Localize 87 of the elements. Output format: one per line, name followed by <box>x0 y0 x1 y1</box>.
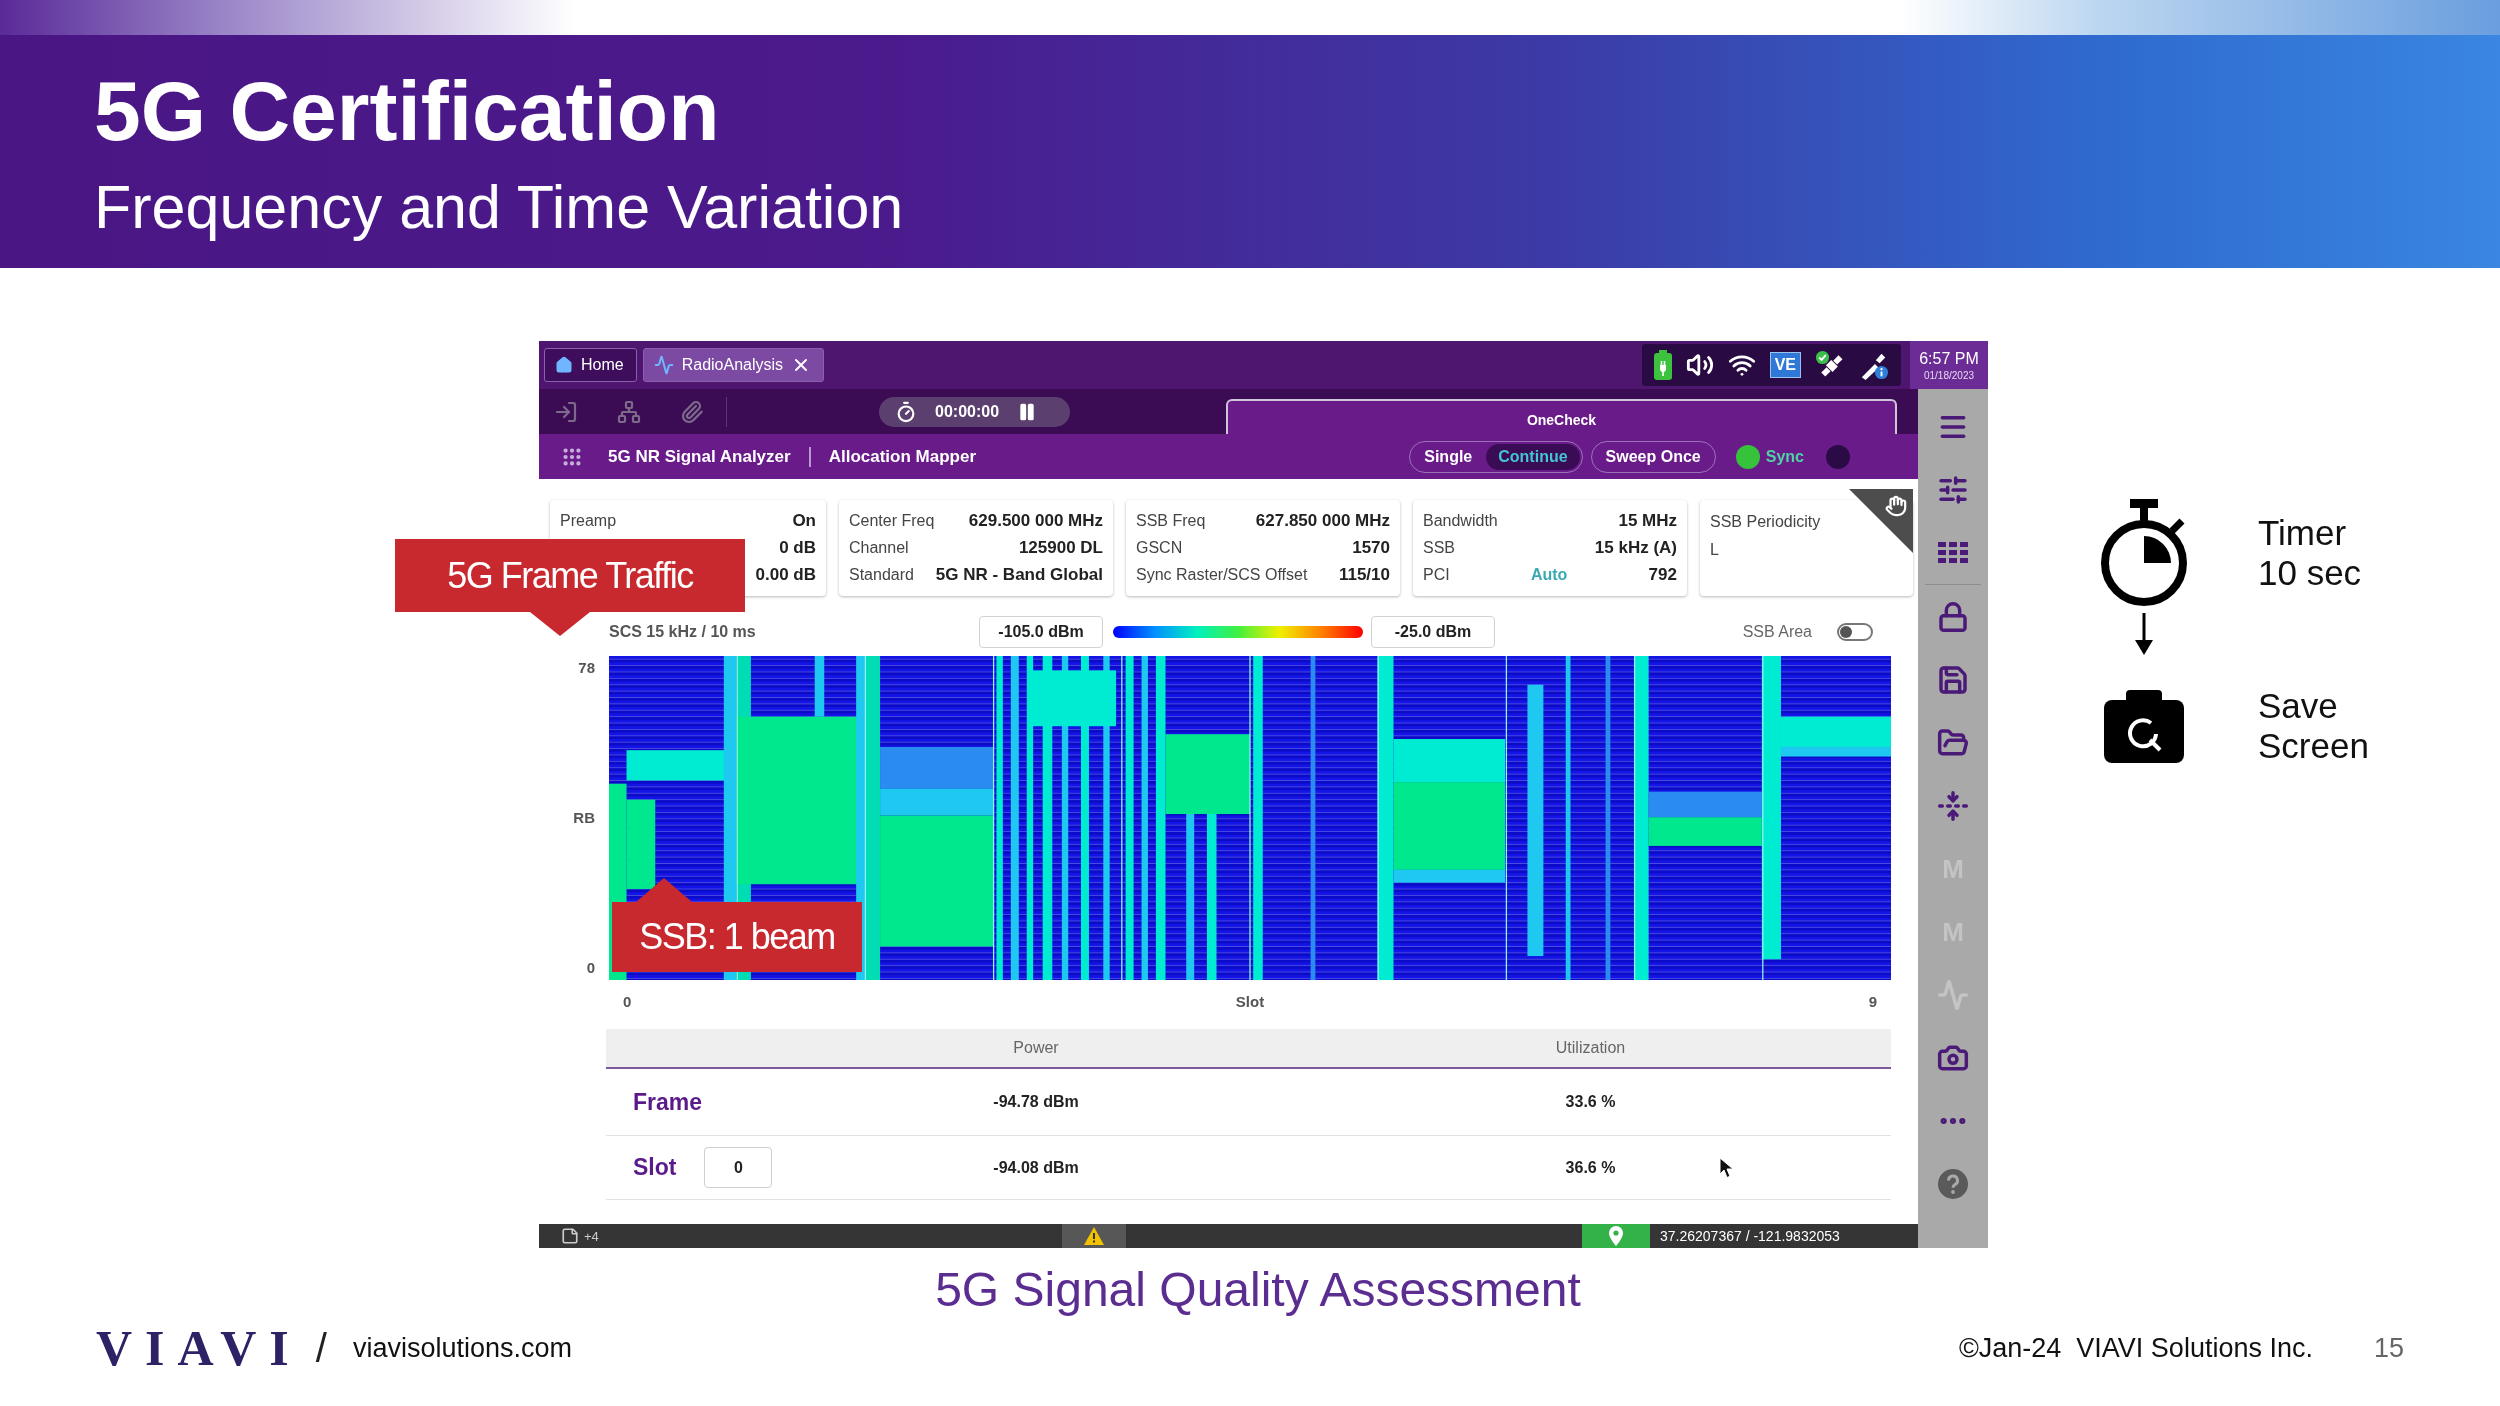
sliders-icon[interactable] <box>1937 473 1969 506</box>
panel-tab[interactable]: OneCheck <box>1226 399 1897 434</box>
parameter-label: Bandwidth <box>1423 512 1498 531</box>
parameter-label: SSB Periodicity <box>1710 513 1821 531</box>
parameter-label: PCI <box>1423 565 1450 584</box>
clock-time: 6:57 PM <box>1919 349 1979 368</box>
table-cell: 36.6 % <box>1565 1158 1616 1177</box>
dots-grid-icon[interactable] <box>561 445 583 468</box>
footer-separator: / <box>315 1325 327 1371</box>
scale-max-value[interactable]: -25.0 dBm <box>1371 616 1495 648</box>
axis-tick-label: 0 <box>586 958 595 978</box>
parameter-label: L <box>1710 541 1719 559</box>
speaker-icon[interactable] <box>1685 351 1714 379</box>
slide-caption: 5G Signal Quality Assessment <box>935 1262 1581 1318</box>
parameter-value: 5G NR - Band Global <box>935 564 1103 585</box>
parameter-label: Center Freq <box>849 512 935 531</box>
sweep-mode-option[interactable]: Continue <box>1486 443 1580 470</box>
axis-tick-label: 0 <box>623 992 632 1012</box>
grid-icon[interactable] <box>1938 541 1968 564</box>
table-cell: -94.08 dBm <box>993 1158 1079 1177</box>
step-label: Timer 10 sec <box>2258 513 2362 593</box>
table-cell: -94.78 dBm <box>993 1093 1079 1111</box>
page-number: 15 <box>2373 1332 2404 1364</box>
ssb-area-label: SSB Area <box>1742 623 1812 641</box>
message-count: +4 <box>584 1228 599 1244</box>
warning-icon[interactable] <box>1062 1224 1126 1248</box>
parameter-value: 15 kHz (A) <box>1594 538 1677 558</box>
scale-title: SCS 15 kHz / 10 ms <box>609 623 757 641</box>
axis-tick-label: 9 <box>1868 992 1877 1012</box>
parameter-label: Standard <box>849 565 914 584</box>
app-tab[interactable]: RadioAnalysis <box>642 348 825 382</box>
parameter-value: 792 <box>1648 564 1677 585</box>
slot-input-field[interactable]: 0 <box>704 1147 773 1188</box>
clock-date: 01/18/2023 <box>1923 369 1975 381</box>
parameter-value: 0.00 dB <box>755 564 816 585</box>
scale-min-value[interactable]: -105.0 dBm <box>979 616 1103 648</box>
parameter-value: 115/10 <box>1338 564 1390 585</box>
fold-icon[interactable] <box>1937 789 1969 822</box>
pulse-icon <box>653 355 674 375</box>
ssb-area-toggle[interactable] <box>1837 623 1873 641</box>
column-header: Power <box>1013 1039 1059 1057</box>
location-pin-icon[interactable] <box>1582 1224 1650 1248</box>
status-badge[interactable]: VE <box>1769 352 1801 378</box>
row-label: Frame <box>633 1088 703 1116</box>
down-arrow-icon <box>2132 613 2156 655</box>
app-tab[interactable]: Home <box>544 348 637 382</box>
parameter-label: GSCN <box>1136 539 1183 557</box>
camera-icon <box>2104 689 2184 763</box>
parameter-label: SSB Freq <box>1136 512 1206 531</box>
parameter-value: 627.850 000 MHz <box>1255 511 1390 532</box>
viavi-logo: VIAVI <box>96 1323 302 1373</box>
column-header: Utilization <box>1555 1039 1626 1057</box>
step-label: Save Screen <box>2258 686 2369 766</box>
slide-title: 5G Certification <box>94 65 720 157</box>
parameter-label: Sync Raster/SCS Offset <box>1136 565 1308 584</box>
parameter-value: On <box>792 511 816 532</box>
gps-coordinates: 37.26207367 / -121.9832053 <box>1659 1228 1841 1244</box>
app-name: 5G NR Signal Analyzer <box>608 446 791 467</box>
row-label: Slot <box>633 1154 677 1181</box>
axis-title: RB <box>573 808 595 828</box>
parameter-value: 15 MHz <box>1618 511 1677 532</box>
parameter-value: 0 dB <box>779 538 816 558</box>
note-icon[interactable] <box>561 1227 579 1245</box>
parameter-mode: Auto <box>1530 565 1568 584</box>
timer-value: 00:00:00 <box>935 402 1000 421</box>
copyright-text: ©Jan-24 VIAVI Solutions Inc. <box>1958 1332 2313 1364</box>
sweep-mode-option[interactable]: Single <box>1412 443 1485 470</box>
axis-title: Slot <box>1235 992 1265 1012</box>
parameter-label: Preamp <box>560 512 617 531</box>
mode-name[interactable]: Allocation Mapper <box>828 446 976 467</box>
mouse-cursor-icon <box>1719 1157 1735 1179</box>
home-icon <box>555 356 573 374</box>
sync-label: Sync <box>1765 447 1804 466</box>
parameter-value: 1570 <box>1352 538 1390 558</box>
battery-icon[interactable] <box>1653 350 1672 380</box>
save-icon[interactable] <box>1937 663 1969 696</box>
help-icon[interactable] <box>1938 1168 1968 1199</box>
slide-subtitle: Frequency and Time Variation <box>94 172 904 242</box>
parameter-value: 125900 DL <box>1018 538 1103 558</box>
parameter-label: SSB <box>1423 539 1455 557</box>
lock-icon[interactable] <box>1937 600 1969 633</box>
website-text: viavisolutions.com <box>352 1332 572 1364</box>
stopwatch-icon <box>895 400 917 423</box>
parameter-value: 629.500 000 MHz <box>968 511 1103 532</box>
table-cell: 33.6 % <box>1565 1093 1616 1111</box>
parameter-label: Channel <box>849 539 909 557</box>
axis-tick-label: 78 <box>578 658 595 678</box>
